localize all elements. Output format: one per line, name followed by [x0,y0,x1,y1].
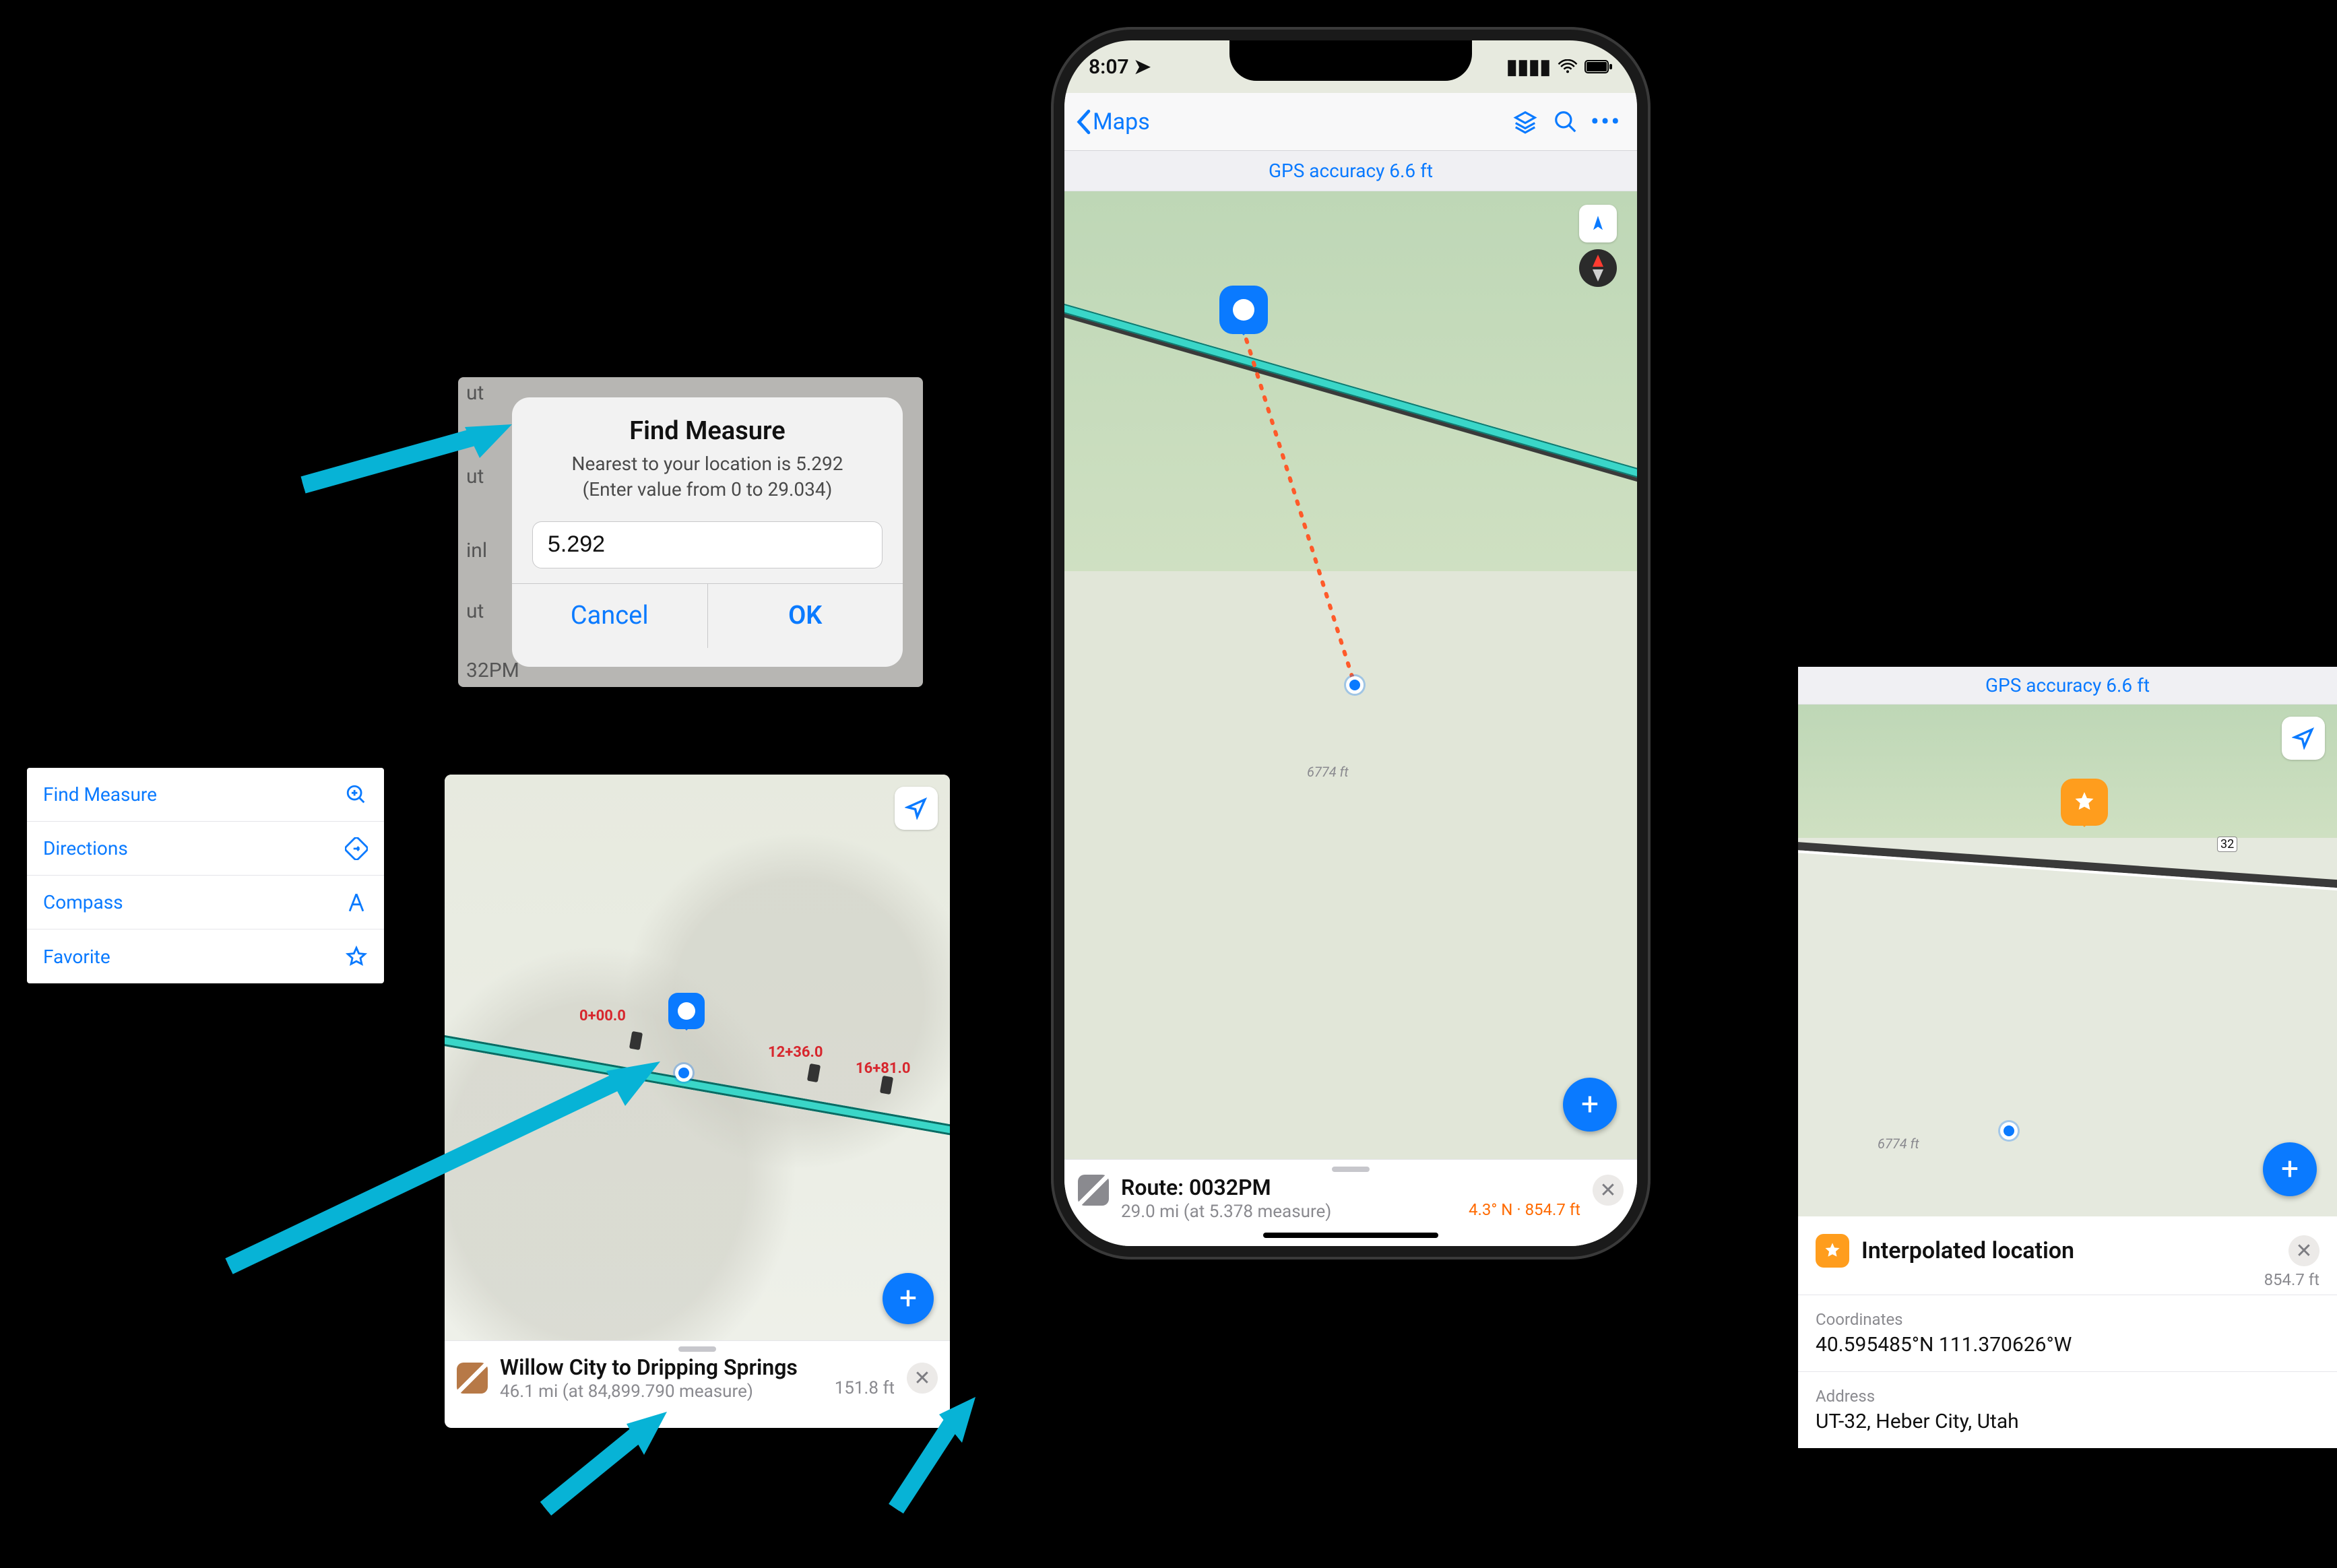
menu-item-compass[interactable]: Compass [27,876,384,929]
back-button[interactable]: Maps [1075,108,1150,135]
menu-item-directions[interactable]: Directions [27,822,384,876]
route-swatch [457,1363,488,1394]
coords-label: Coordinates [1816,1310,2319,1329]
home-indicator[interactable] [1263,1233,1438,1238]
bg-text-3: inl [466,539,487,562]
map-canvas-phone[interactable]: 6774 ft + [1064,191,1637,1246]
interp-distance: 854.7 ft [1798,1270,2337,1295]
bg-text-1: ut [466,381,484,405]
locate-button[interactable] [895,787,938,830]
menu-item-favorite[interactable]: Favorite [27,929,384,983]
bg-text-4: ut [466,599,484,623]
cancel-button[interactable]: Cancel [512,584,707,648]
dialog-subtitle: Nearest to your location is 5.292 (Enter… [532,451,883,502]
compass-button[interactable] [1579,249,1617,287]
ok-button[interactable]: OK [707,584,903,648]
measure-label-b: 12+36.0 [768,1044,823,1061]
interpolated-panel: GPS accuracy 6.6 ft 32 6774 ft + Interpo… [1798,667,2337,1448]
map-canvas-interp[interactable]: 32 6774 ft + [1798,705,2337,1216]
menu-item-label: Favorite [43,946,110,968]
route-distance: 151.8 ft [835,1378,895,1398]
address-label: Address [1816,1387,2319,1406]
search-icon [345,783,368,806]
info-bar-willow[interactable]: Willow City to Dripping Springs 46.1 mi … [445,1340,950,1415]
locate-button[interactable] [2282,717,2325,760]
address-value: UT-32, Heber City, Utah [1816,1410,2319,1433]
action-menu: Find Measure Directions Compass Favorite [27,768,384,983]
measure-input[interactable] [532,521,883,568]
location-arrow-icon: ➤ [1134,55,1151,79]
find-measure-dialog: Find Measure Nearest to your location is… [512,397,903,667]
layers-button[interactable] [1505,102,1545,142]
north-button[interactable] [1579,205,1617,242]
gps-accuracy-bar[interactable]: GPS accuracy 6.6 ft [1798,667,2337,705]
address-row[interactable]: Address UT-32, Heber City, Utah [1798,1371,2337,1448]
route-swatch [1078,1175,1109,1206]
elevation-label: 6774 ft [1878,1136,1919,1152]
chevron-left-icon [1075,109,1091,135]
add-button[interactable]: + [2263,1142,2317,1196]
signal-icon: ▮▮▮▮ [1506,55,1551,79]
notch [1229,40,1472,81]
battery-icon [1584,60,1613,73]
grab-handle[interactable] [1332,1167,1370,1172]
back-label: Maps [1093,108,1150,135]
star-icon [1823,1241,1842,1260]
route-subtitle: 46.1 mi (at 84,899.790 measure) [500,1381,823,1402]
menu-item-label: Directions [43,837,128,859]
star-badge [1816,1234,1849,1268]
menu-item-label: Find Measure [43,783,157,806]
user-location-dot [2000,1122,2018,1140]
more-icon: ••• [1591,110,1622,133]
menu-item-find-measure[interactable]: Find Measure [27,768,384,822]
wifi-icon [1558,59,1578,74]
route-bearing: 4.3° N · 854.7 ft [1469,1200,1580,1222]
star-icon [345,945,368,968]
gps-accuracy-bar[interactable]: GPS accuracy 6.6 ft [1064,151,1637,191]
measure-label-a: 0+00.0 [579,1008,626,1024]
locate-arrow-icon [2292,727,2315,750]
menu-item-label: Compass [43,891,123,913]
bg-text-2: ut [466,465,484,488]
star-pin[interactable] [2061,779,2108,826]
route-title: Willow City to Dripping Springs [500,1354,823,1380]
map-pin[interactable] [668,993,705,1029]
user-location-dot [675,1064,693,1082]
user-location-dot [1346,676,1364,694]
dialog-title: Find Measure [512,416,903,446]
coords-row[interactable]: Coordinates 40.595485°N 111.370626°W [1798,1295,2337,1371]
measure-dotted-line [1064,191,1637,1134]
interp-title: Interpolated location [1861,1237,2276,1264]
close-button[interactable]: ✕ [2288,1235,2319,1266]
close-button[interactable]: ✕ [1593,1175,1624,1206]
measure-label-c: 16+81.0 [856,1060,910,1077]
search-icon [1553,109,1578,135]
star-icon [2072,790,2096,814]
turn-icon [345,837,368,860]
add-button[interactable]: + [883,1273,934,1324]
layers-icon [1512,109,1538,135]
coords-value: 40.595485°N 111.370626°W [1816,1333,2319,1357]
card-willow-city: 0+00.0 12+36.0 16+81.0 + Willow City to … [445,775,950,1428]
bg-text-5: 32PM [466,659,519,682]
north-arrow-icon [1589,214,1607,233]
elevation-label: 6774 ft [1307,764,1349,780]
road-shield: 32 [2217,837,2237,852]
route-subtitle: 29.0 mi (at 5.378 measure) [1121,1202,1331,1222]
grab-handle[interactable] [678,1346,716,1352]
iphone-device-frame: 8:07 ➤ ▮▮▮▮ Maps ••• [1051,27,1651,1260]
more-button[interactable]: ••• [1586,102,1626,142]
status-time: 8:07 ➤ [1089,55,1151,79]
compass-a-icon [345,891,368,914]
search-button[interactable] [1545,102,1586,142]
find-measure-dialog-backdrop: ut ut inl ut 32PM Find Measure Nearest t… [458,377,923,687]
map-canvas-1[interactable]: 0+00.0 12+36.0 16+81.0 + [445,775,950,1340]
nav-bar: Maps ••• [1064,93,1637,151]
close-button[interactable]: ✕ [907,1363,938,1394]
locate-arrow-icon [905,797,928,820]
route-title: Route: 0032PM [1121,1175,1580,1200]
route-pin[interactable] [1219,286,1268,334]
add-button[interactable]: + [1563,1078,1617,1132]
